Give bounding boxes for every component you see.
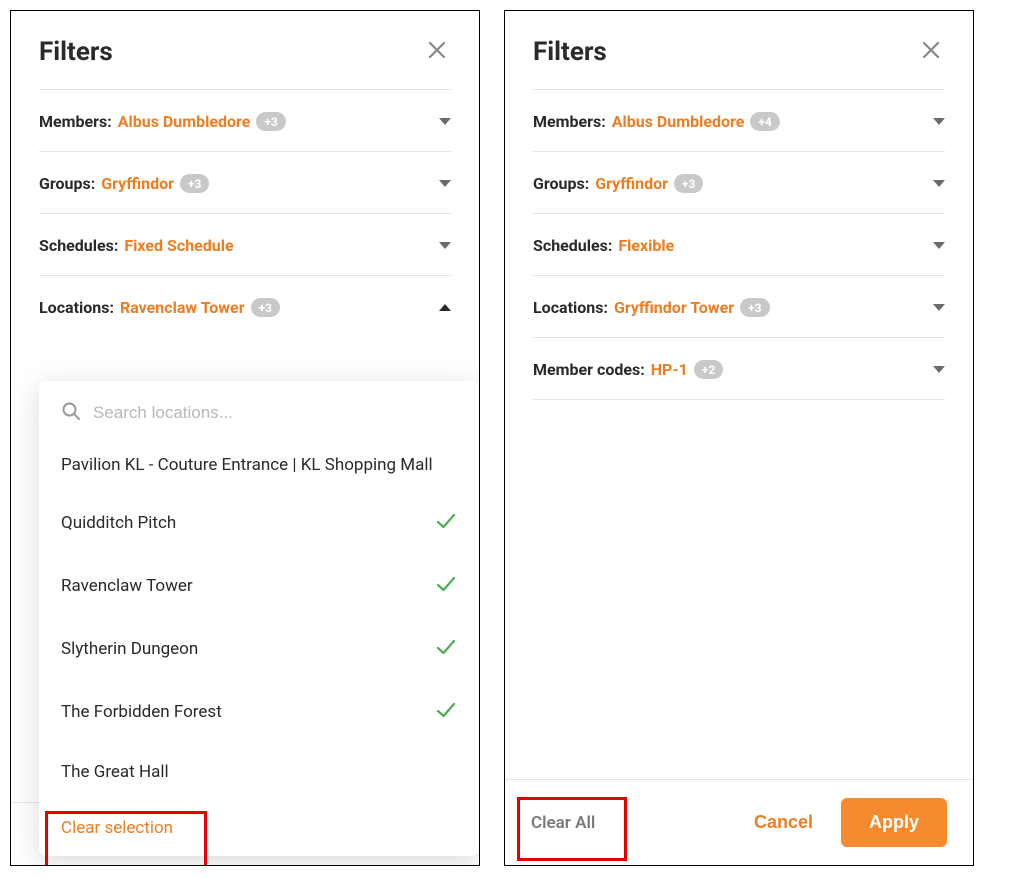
chevron-down-icon[interactable] — [933, 180, 945, 187]
location-option[interactable]: Slytherin Dungeon — [39, 618, 479, 681]
option-label: Ravenclaw Tower — [61, 576, 193, 596]
filter-value: Gryffindor Tower — [614, 298, 734, 317]
filter-label: Schedules — [533, 236, 608, 255]
chevron-down-icon[interactable] — [439, 242, 451, 249]
clear-selection-link[interactable]: Clear selection — [61, 818, 173, 838]
filter-label: Locations — [39, 298, 109, 317]
option-label: The Forbidden Forest — [61, 702, 222, 722]
option-label: The Great Hall — [61, 762, 169, 782]
filters-panel-left: Filters Members : Albus Dumbledore +3 Gr… — [10, 10, 480, 866]
panel-header: Filters — [505, 11, 973, 89]
filter-value: HP-1 — [651, 360, 688, 379]
filter-row-groups[interactable]: Groups : Gryffindor +3 — [39, 152, 451, 214]
count-badge: +3 — [740, 298, 769, 317]
filter-label: Locations — [533, 298, 603, 317]
chevron-down-icon[interactable] — [933, 242, 945, 249]
chevron-down-icon[interactable] — [933, 118, 945, 125]
search-icon — [61, 401, 81, 425]
count-badge: +3 — [674, 174, 703, 193]
close-icon[interactable] — [423, 35, 451, 69]
filter-row-members[interactable]: Members : Albus Dumbledore +4 — [533, 90, 945, 152]
location-option[interactable]: Ravenclaw Tower — [39, 555, 479, 618]
filter-label: Members — [533, 112, 601, 131]
filter-value: Gryffindor — [595, 174, 668, 193]
check-icon — [435, 510, 457, 537]
check-icon — [435, 636, 457, 663]
search-row — [39, 393, 479, 439]
filters-panel-right: Filters Members : Albus Dumbledore +4 Gr… — [504, 10, 974, 866]
search-input[interactable] — [93, 403, 457, 423]
filter-value: Flexible — [618, 236, 674, 255]
filter-row-groups[interactable]: Groups : Gryffindor +3 — [533, 152, 945, 214]
filter-row-locations[interactable]: Locations : Gryffindor Tower +3 — [533, 276, 945, 338]
location-option[interactable]: The Great Hall — [39, 744, 479, 800]
chevron-down-icon[interactable] — [439, 180, 451, 187]
chevron-up-icon[interactable] — [439, 304, 451, 311]
locations-dropdown: Pavilion KL - Couture Entrance | KL Shop… — [39, 381, 479, 856]
cancel-button[interactable]: Cancel — [734, 800, 833, 845]
apply-button[interactable]: Apply — [841, 798, 947, 847]
location-option[interactable]: Pavilion KL - Couture Entrance | KL Shop… — [39, 439, 479, 492]
filter-value: Albus Dumbledore — [612, 112, 745, 131]
location-option[interactable]: Quidditch Pitch — [39, 492, 479, 555]
filter-row-schedules[interactable]: Schedules : Flexible — [533, 214, 945, 276]
count-badge: +3 — [180, 174, 209, 193]
clear-all-link[interactable]: Clear All — [531, 813, 595, 833]
panel-header: Filters — [11, 11, 479, 89]
location-option[interactable]: The Forbidden Forest — [39, 681, 479, 744]
panel-title: Filters — [533, 37, 607, 67]
filter-value: Albus Dumbledore — [118, 112, 251, 131]
filter-label: Groups — [39, 174, 91, 193]
option-label: Quidditch Pitch — [61, 513, 176, 533]
filter-value: Gryffindor — [101, 174, 174, 193]
chevron-down-icon[interactable] — [439, 118, 451, 125]
filter-row-member-codes[interactable]: Member codes : HP-1 +2 — [533, 338, 945, 400]
check-icon — [435, 699, 457, 726]
filter-label: Members — [39, 112, 107, 131]
count-badge: +4 — [750, 112, 779, 131]
option-label: Slytherin Dungeon — [61, 639, 198, 659]
option-label: Pavilion KL - Couture Entrance | KL Shop… — [61, 453, 433, 478]
filter-value: Fixed Schedule — [124, 236, 233, 255]
filter-label: Groups — [533, 174, 585, 193]
close-icon[interactable] — [917, 35, 945, 69]
filter-row-locations[interactable]: Locations : Ravenclaw Tower +3 — [39, 276, 451, 337]
panel-title: Filters — [39, 37, 113, 67]
count-badge: +2 — [694, 360, 723, 379]
panel-footer: Clear All Cancel Apply — [505, 779, 973, 865]
count-badge: +3 — [251, 298, 280, 317]
panel-body: Members : Albus Dumbledore +4 Groups : G… — [505, 90, 973, 779]
filter-row-schedules[interactable]: Schedules : Fixed Schedule — [39, 214, 451, 276]
clear-selection-row: Clear selection — [39, 800, 479, 856]
filter-value: Ravenclaw Tower — [120, 298, 245, 317]
chevron-down-icon[interactable] — [933, 304, 945, 311]
filter-row-members[interactable]: Members : Albus Dumbledore +3 — [39, 90, 451, 152]
chevron-down-icon[interactable] — [933, 366, 945, 373]
filter-label: Schedules — [39, 236, 114, 255]
check-icon — [435, 573, 457, 600]
count-badge: +3 — [256, 112, 285, 131]
filter-label: Member codes — [533, 360, 640, 379]
